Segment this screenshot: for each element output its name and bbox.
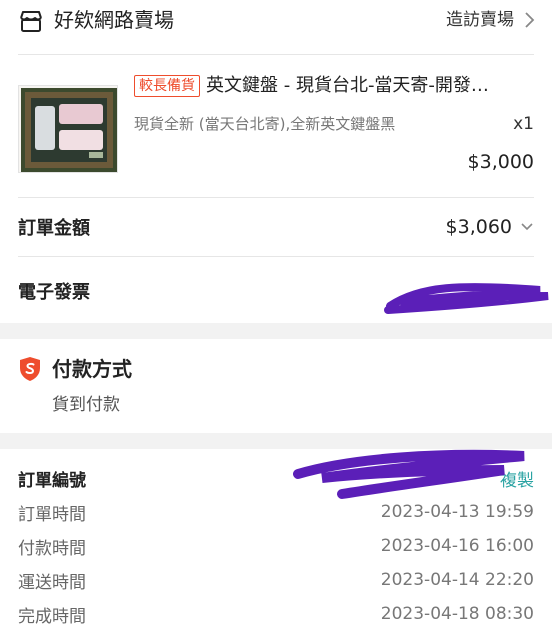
order-number-label: 訂單編號 <box>18 470 86 491</box>
detail-value: 2023-04-16 16:00 <box>380 536 534 556</box>
detail-row: 完成時間 2023-04-18 08:30 <box>18 600 534 628</box>
payment-method-value: 貨到付款 <box>52 395 120 415</box>
divider <box>18 54 534 55</box>
shop-name: 好欸網路賣場 <box>54 8 174 32</box>
product-item[interactable]: 較長備貨 英文鍵盤 - 現貨台北-當天寄-開發… 現貨全新 (當天台北寄),全新… <box>18 73 534 185</box>
detail-label: 完成時間 <box>18 606 86 627</box>
divider <box>18 256 534 257</box>
redaction-scribble <box>293 449 525 499</box>
product-thumbnail <box>18 85 118 173</box>
visit-shop-button[interactable]: 造訪賣場 <box>446 8 536 32</box>
order-total-row[interactable]: 訂單金額 $3,060 <box>18 212 534 242</box>
order-total-value-wrap: $3,060 <box>446 216 534 238</box>
shop-icon <box>20 11 42 32</box>
product-price: $3,000 <box>467 151 534 173</box>
detail-row: 訂單時間 2023-04-13 19:59 <box>18 498 534 526</box>
detail-label: 訂單時間 <box>18 504 86 525</box>
detail-row: 運送時間 2023-04-14 22:20 <box>18 566 534 594</box>
section-gap <box>0 433 552 449</box>
order-total-value: $3,060 <box>445 216 512 238</box>
visit-shop-label: 造訪賣場 <box>446 10 514 30</box>
product-title: 英文鍵盤 - 現貨台北-當天寄-開發… <box>206 75 489 96</box>
invoice-label: 電子發票 <box>18 282 90 303</box>
detail-row: 付款時間 2023-04-16 16:00 <box>18 532 534 560</box>
shop-header: 好欸網路賣場 造訪賣場 <box>0 0 552 46</box>
chevron-down-icon <box>521 223 533 231</box>
detail-label: 付款時間 <box>18 538 86 559</box>
backorder-badge: 較長備貨 <box>134 75 200 97</box>
detail-label: 運送時間 <box>18 572 86 593</box>
product-variant: 現貨全新 (當天台北寄),全新英文鍵盤黑 <box>134 115 396 133</box>
chevron-right-icon <box>525 12 535 28</box>
redaction-scribble <box>384 283 549 314</box>
section-gap <box>0 323 552 339</box>
divider <box>18 197 534 198</box>
shield-s-icon <box>20 357 40 381</box>
detail-value: 2023-04-14 22:20 <box>380 570 534 590</box>
product-quantity: x1 <box>513 114 534 134</box>
order-total-label: 訂單金額 <box>18 218 90 239</box>
detail-value: 2023-04-13 19:59 <box>380 502 534 522</box>
payment-method-title: 付款方式 <box>52 357 132 381</box>
detail-value: 2023-04-18 08:30 <box>380 604 534 624</box>
